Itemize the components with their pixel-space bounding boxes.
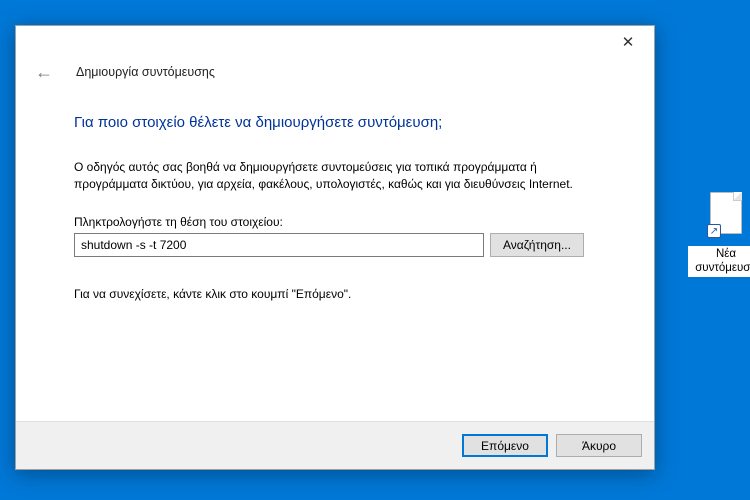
close-icon[interactable]: ✕	[610, 28, 646, 56]
dialog-content: Για ποιο στοιχείο θέλετε να δημιουργήσετ…	[16, 86, 654, 421]
shortcut-icon: ↗	[705, 192, 747, 244]
location-input[interactable]	[74, 233, 484, 257]
shortcut-label: Νέα συντόμευση	[688, 246, 750, 277]
location-label: Πληκτρολογήστε τη θέση του στοιχείου:	[74, 215, 612, 229]
create-shortcut-dialog: ✕ ← Δημιουργία συντόμευσης Για ποιο στοι…	[15, 25, 655, 470]
back-icon: ←	[30, 58, 58, 86]
cancel-button[interactable]: Άκυρο	[556, 434, 642, 457]
dialog-footer: Επόμενο Άκυρο	[16, 421, 654, 469]
continue-text: Για να συνεχίσετε, κάντε κλικ στο κουμπί…	[74, 287, 612, 301]
header-row: ← Δημιουργία συντόμευσης	[16, 56, 654, 86]
browse-button[interactable]: Αναζήτηση...	[490, 233, 584, 257]
titlebar: ✕	[16, 26, 654, 58]
dialog-description: Ο οδηγός αυτός σας βοηθά να δημιουργήσετ…	[74, 159, 594, 193]
dialog-heading: Για ποιο στοιχείο θέλετε να δημιουργήσετ…	[74, 114, 612, 131]
location-row: Αναζήτηση...	[74, 233, 612, 257]
dialog-title: Δημιουργία συντόμευσης	[76, 65, 215, 79]
next-button[interactable]: Επόμενο	[462, 434, 548, 457]
desktop-shortcut[interactable]: ↗ Νέα συντόμευση	[688, 192, 750, 277]
